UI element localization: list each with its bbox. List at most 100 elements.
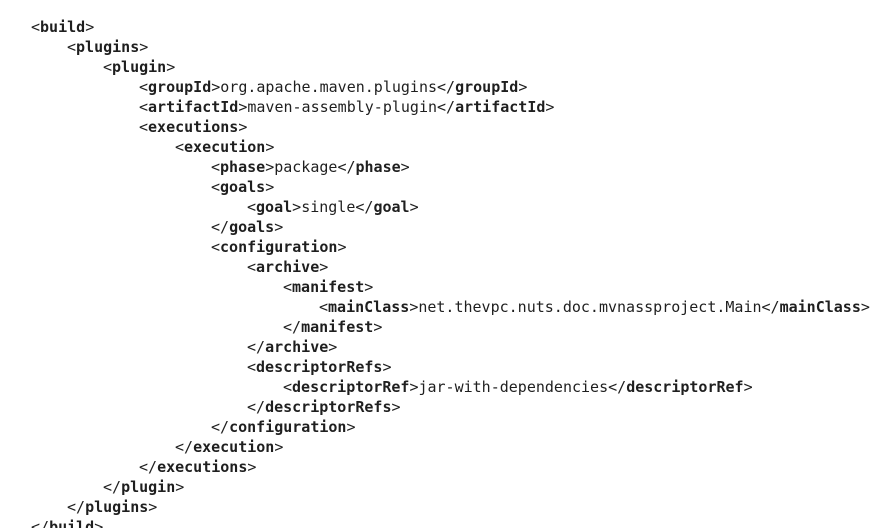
- angle-bracket: >: [265, 178, 275, 196]
- code-line: < archive >: [31, 257, 876, 277]
- xml-tag-name: build: [49, 518, 95, 528]
- code-line: < configuration >: [31, 237, 876, 257]
- xml-tag-name: configuration: [229, 418, 347, 436]
- code-line: < execution >: [31, 137, 876, 157]
- xml-tag-name: executions: [148, 118, 239, 136]
- code-line: </execution >: [31, 437, 876, 457]
- xml-tag-name: mainClass: [779, 298, 861, 316]
- code-line: </build >: [31, 517, 876, 528]
- angle-bracket: >: [265, 138, 275, 156]
- angle-bracket: >: [85, 18, 95, 36]
- angle-bracket: </: [247, 398, 266, 416]
- xml-tag-name: archive: [256, 258, 320, 276]
- xml-tag-name: build: [40, 18, 86, 36]
- code-line: </descriptorRefs >: [31, 397, 876, 417]
- angle-bracket: <: [283, 378, 293, 396]
- xml-text-value: net.thevpc.nuts.doc.mvnassproject.Main: [418, 298, 762, 316]
- angle-bracket: </: [437, 98, 456, 116]
- angle-bracket: <: [139, 98, 149, 116]
- angle-bracket: >: [373, 318, 383, 336]
- xml-text-value: maven-assembly-plugin: [247, 98, 438, 116]
- angle-bracket: <: [139, 118, 149, 136]
- angle-bracket: >: [238, 118, 248, 136]
- angle-bracket: >: [409, 298, 419, 316]
- code-line: < descriptorRefs >: [31, 357, 876, 377]
- angle-bracket: >: [94, 518, 104, 528]
- angle-bracket: <: [319, 298, 329, 316]
- angle-bracket: </: [211, 418, 230, 436]
- angle-bracket: </: [437, 78, 456, 96]
- angle-bracket: >: [166, 58, 176, 76]
- angle-bracket: >: [292, 198, 302, 216]
- code-line: </manifest >: [31, 317, 876, 337]
- xml-tag-name: plugin: [112, 58, 167, 76]
- angle-bracket: <: [67, 38, 77, 56]
- xml-tag-name: artifactId: [148, 98, 239, 116]
- angle-bracket: </: [608, 378, 627, 396]
- xml-tag-name: manifest: [292, 278, 365, 296]
- xml-tag-name: execution: [184, 138, 266, 156]
- angle-bracket: >: [238, 98, 248, 116]
- code-line: </plugin >: [31, 477, 876, 497]
- xml-tag-name: goal: [256, 198, 293, 216]
- angle-bracket: </: [103, 478, 122, 496]
- angle-bracket: >: [265, 158, 275, 176]
- xml-tag-name: descriptorRef: [292, 378, 410, 396]
- angle-bracket: >: [400, 158, 410, 176]
- xml-tag-name: descriptorRef: [626, 378, 744, 396]
- angle-bracket: <: [211, 158, 221, 176]
- xml-tag-name: phase: [220, 158, 266, 176]
- angle-bracket: <: [139, 78, 149, 96]
- angle-bracket: </: [283, 318, 302, 336]
- angle-bracket: <: [247, 258, 257, 276]
- code-line: </configuration >: [31, 417, 876, 437]
- angle-bracket: >: [319, 258, 329, 276]
- angle-bracket: >: [211, 78, 221, 96]
- angle-bracket: <: [103, 58, 113, 76]
- code-line: < goal > single </goal >: [31, 197, 876, 217]
- code-line: </goals >: [31, 217, 876, 237]
- code-line: < build >: [31, 17, 876, 37]
- angle-bracket: >: [328, 338, 338, 356]
- angle-bracket: </: [67, 498, 86, 516]
- angle-bracket: >: [337, 238, 347, 256]
- code-line: < mainClass > net.thevpc.nuts.doc.mvnasspro…: [31, 297, 876, 317]
- xml-code-view: < build > < plugins > < plugin > < groupId > org.…: [31, 17, 876, 528]
- code-line: < plugin >: [31, 57, 876, 77]
- xml-tag-name: phase: [355, 158, 401, 176]
- xml-text-value: org.apache.maven.plugins: [220, 78, 438, 96]
- angle-bracket: >: [409, 378, 419, 396]
- code-line: < artifactId > maven-assembly-plugin </artif…: [31, 97, 876, 117]
- xml-tag-name: plugins: [76, 38, 140, 56]
- angle-bracket: >: [409, 198, 419, 216]
- code-line: < groupId > org.apache.maven.plugins </group…: [31, 77, 876, 97]
- code-line: </executions >: [31, 457, 876, 477]
- code-line: < goals >: [31, 177, 876, 197]
- angle-bracket: </: [31, 518, 50, 528]
- code-line: < manifest >: [31, 277, 876, 297]
- angle-bracket: <: [31, 18, 41, 36]
- angle-bracket: </: [175, 438, 194, 456]
- angle-bracket: >: [860, 298, 870, 316]
- xml-tag-name: descriptorRefs: [265, 398, 392, 416]
- xml-tag-name: groupId: [455, 78, 519, 96]
- xml-text-value: package: [274, 158, 338, 176]
- angle-bracket: >: [346, 418, 356, 436]
- angle-bracket: >: [139, 38, 149, 56]
- xml-tag-name: configuration: [220, 238, 338, 256]
- angle-bracket: <: [247, 358, 257, 376]
- angle-bracket: >: [391, 398, 401, 416]
- angle-bracket: </: [355, 198, 374, 216]
- code-line: < plugins >: [31, 37, 876, 57]
- angle-bracket: <: [247, 198, 257, 216]
- code-line: </archive >: [31, 337, 876, 357]
- angle-bracket: </: [211, 218, 230, 236]
- angle-bracket: <: [211, 178, 221, 196]
- xml-text-value: jar-with-dependencies: [418, 378, 609, 396]
- angle-bracket: >: [743, 378, 753, 396]
- angle-bracket: <: [283, 278, 293, 296]
- xml-tag-name: mainClass: [328, 298, 410, 316]
- code-line: </plugins >: [31, 497, 876, 517]
- angle-bracket: >: [545, 98, 555, 116]
- code-line: < phase > package </phase >: [31, 157, 876, 177]
